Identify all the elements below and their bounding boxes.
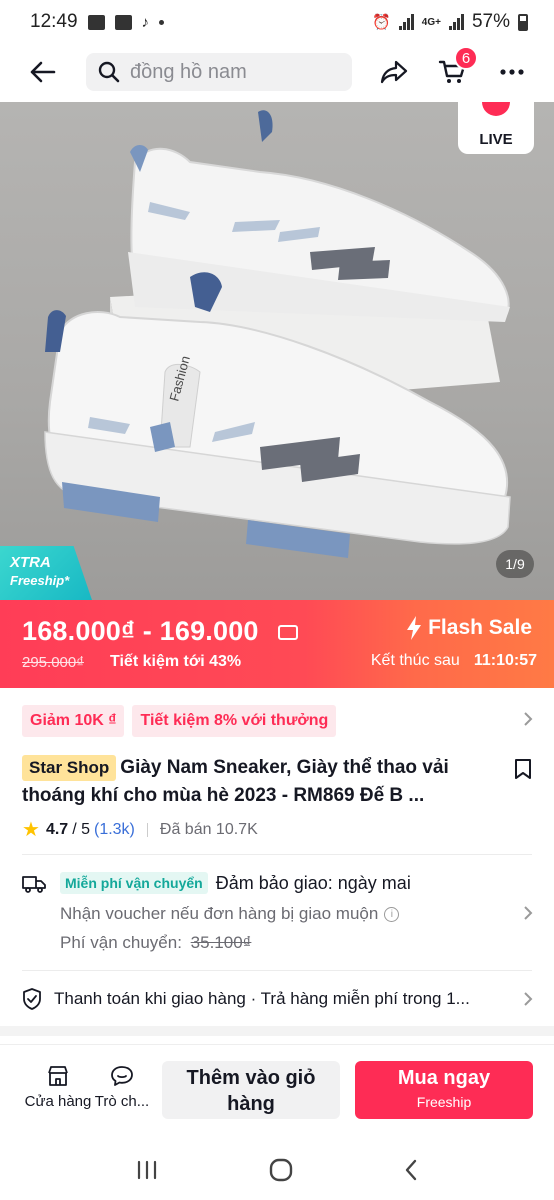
rating-row[interactable]: ★ 4.7 / 5 (1.3k) Đã bán 10.7K bbox=[22, 817, 258, 842]
signal-icon bbox=[398, 14, 414, 30]
shop-tag[interactable]: Star Shop bbox=[22, 755, 117, 781]
divider bbox=[22, 854, 532, 855]
more-dots-icon bbox=[500, 69, 524, 75]
chevron-right-icon[interactable] bbox=[522, 710, 534, 728]
gallery-icon bbox=[87, 14, 105, 30]
shipping-fee-row: Phí vận chuyển: 35.100₫ bbox=[60, 933, 251, 953]
shop-label: Cửa hàng bbox=[24, 1093, 92, 1110]
promo-chip-discount[interactable]: Giảm 10K ₫ bbox=[22, 705, 125, 737]
star-icon: ★ bbox=[22, 819, 40, 841]
countdown-timer: 11:10:57 bbox=[473, 652, 537, 669]
bookmark-icon[interactable] bbox=[514, 758, 532, 780]
search-placeholder: đồng hồ nam bbox=[130, 60, 247, 83]
cart-count-badge: 6 bbox=[454, 46, 478, 70]
payment-returns-info[interactable]: Thanh toán khi giao hàng · Trả hàng miễn… bbox=[54, 989, 504, 1009]
add-to-cart-button[interactable]: Thêm vào giỏ hàng bbox=[162, 1061, 340, 1119]
network-type: 4G+ bbox=[421, 16, 441, 28]
shipping-fee-old: 35.100₫ bbox=[190, 933, 252, 952]
price-range: 168.000₫ - 169.000 bbox=[22, 616, 259, 646]
chat-label: Trò ch... bbox=[94, 1093, 150, 1110]
buy-now-sublabel: Freeship bbox=[416, 1094, 472, 1110]
promo-chip-reward[interactable]: Tiết kiệm 8% với thưởng bbox=[132, 705, 337, 737]
rating-score: 4.7 bbox=[45, 820, 69, 838]
shipping-fee-label: Phí vận chuyển: bbox=[60, 933, 182, 952]
live-indicator-icon bbox=[482, 102, 510, 116]
promo-chips[interactable]: Giảm 10K ₫ Tiết kiệm 8% với thưởng bbox=[22, 705, 337, 737]
status-bar: 12:49 ♪ ⏰ 4G+ 57% bbox=[0, 0, 554, 44]
system-navigation-bar bbox=[0, 1140, 554, 1200]
buy-now-label: Mua ngay bbox=[397, 1067, 491, 1089]
home-icon[interactable] bbox=[269, 1158, 293, 1182]
divider bbox=[146, 822, 148, 837]
bottom-action-bar: Cửa hàng Trò ch... Thêm vào giỏ hàng Mua… bbox=[0, 1044, 554, 1128]
battery-percent: 57% bbox=[471, 11, 510, 32]
back-nav-icon[interactable] bbox=[404, 1159, 418, 1181]
cart-button[interactable]: 6 bbox=[428, 46, 478, 96]
shield-check-icon bbox=[23, 988, 41, 1010]
share-button[interactable] bbox=[370, 48, 418, 96]
shop-button[interactable]: Cửa hàng bbox=[22, 1065, 94, 1110]
delivery-guarantee: Đảm bảo giao: ngày mai bbox=[215, 872, 411, 893]
recent-apps-icon[interactable] bbox=[136, 1160, 158, 1180]
sneaker-product-image: Fashion bbox=[44, 110, 511, 558]
clock: 12:49 bbox=[30, 11, 78, 32]
countdown: Kết thúc sau 11:10:57 bbox=[371, 652, 537, 670]
chat-icon bbox=[111, 1066, 133, 1086]
folder-icon bbox=[114, 14, 132, 30]
live-label: LIVE bbox=[479, 131, 513, 148]
image-pager: 1/9 bbox=[496, 550, 534, 578]
info-icon[interactable]: i bbox=[384, 906, 400, 922]
freeship-label: Freeship* bbox=[10, 573, 70, 588]
section-divider bbox=[0, 1026, 554, 1036]
late-delivery-voucher-note: Nhận voucher nếu đơn hàng bị giao muộn bbox=[60, 904, 379, 923]
rating-max: / 5 bbox=[72, 820, 90, 838]
tiktok-icon: ♪ bbox=[141, 13, 150, 31]
flash-sale-label: Flash Sale bbox=[406, 616, 532, 640]
top-nav: đồng hồ nam 6 bbox=[0, 46, 554, 100]
free-shipping-tag: Miễn phí vận chuyển bbox=[60, 872, 208, 894]
lightning-icon bbox=[407, 616, 422, 640]
back-button[interactable] bbox=[12, 48, 72, 96]
buy-now-button[interactable]: Mua ngay Freeship bbox=[355, 1061, 533, 1119]
savings-text: Tiết kiệm tới 43% bbox=[110, 653, 242, 670]
battery-icon bbox=[518, 13, 528, 31]
flash-sale-banner: 168.000₫ - 169.000 295.000₫ Tiết kiệm tớ… bbox=[0, 600, 554, 688]
truck-icon bbox=[22, 876, 46, 893]
original-price: 295.000₫ bbox=[22, 654, 84, 671]
ends-label: Kết thúc sau bbox=[370, 652, 460, 669]
divider bbox=[22, 970, 532, 971]
share-icon bbox=[380, 60, 408, 84]
arrow-left-icon bbox=[30, 61, 56, 83]
chevron-right-icon[interactable] bbox=[522, 904, 534, 922]
search-input[interactable]: đồng hồ nam bbox=[86, 53, 352, 91]
flash-sale-text: Flash Sale bbox=[428, 616, 532, 639]
voucher-icon[interactable] bbox=[278, 625, 298, 640]
search-icon bbox=[98, 61, 120, 83]
alarm-icon: ⏰ bbox=[372, 14, 391, 31]
rating-count[interactable]: (1.3k) bbox=[94, 821, 135, 839]
live-button[interactable]: LIVE bbox=[458, 102, 534, 154]
signal-icon-2 bbox=[448, 14, 464, 30]
store-icon bbox=[48, 1066, 68, 1086]
product-image-carousel[interactable]: Fashion LIVE XTRA Freeship* 1/9 bbox=[0, 102, 554, 600]
product-title: Star Shop Giày Nam Sneaker, Giày thể thao… bbox=[22, 754, 492, 810]
more-button[interactable] bbox=[488, 48, 536, 96]
voucher-note-row: Nhận voucher nếu đơn hàng bị giao muộn i bbox=[60, 904, 400, 924]
chat-button[interactable]: Trò ch... bbox=[90, 1065, 154, 1110]
chevron-right-icon[interactable] bbox=[522, 990, 534, 1008]
sold-count: Đã bán 10.7K bbox=[159, 820, 258, 838]
shipping-info[interactable]: Miễn phí vận chuyển Đảm bảo giao: ngày m… bbox=[60, 872, 411, 894]
more-notifications-icon bbox=[159, 19, 165, 25]
